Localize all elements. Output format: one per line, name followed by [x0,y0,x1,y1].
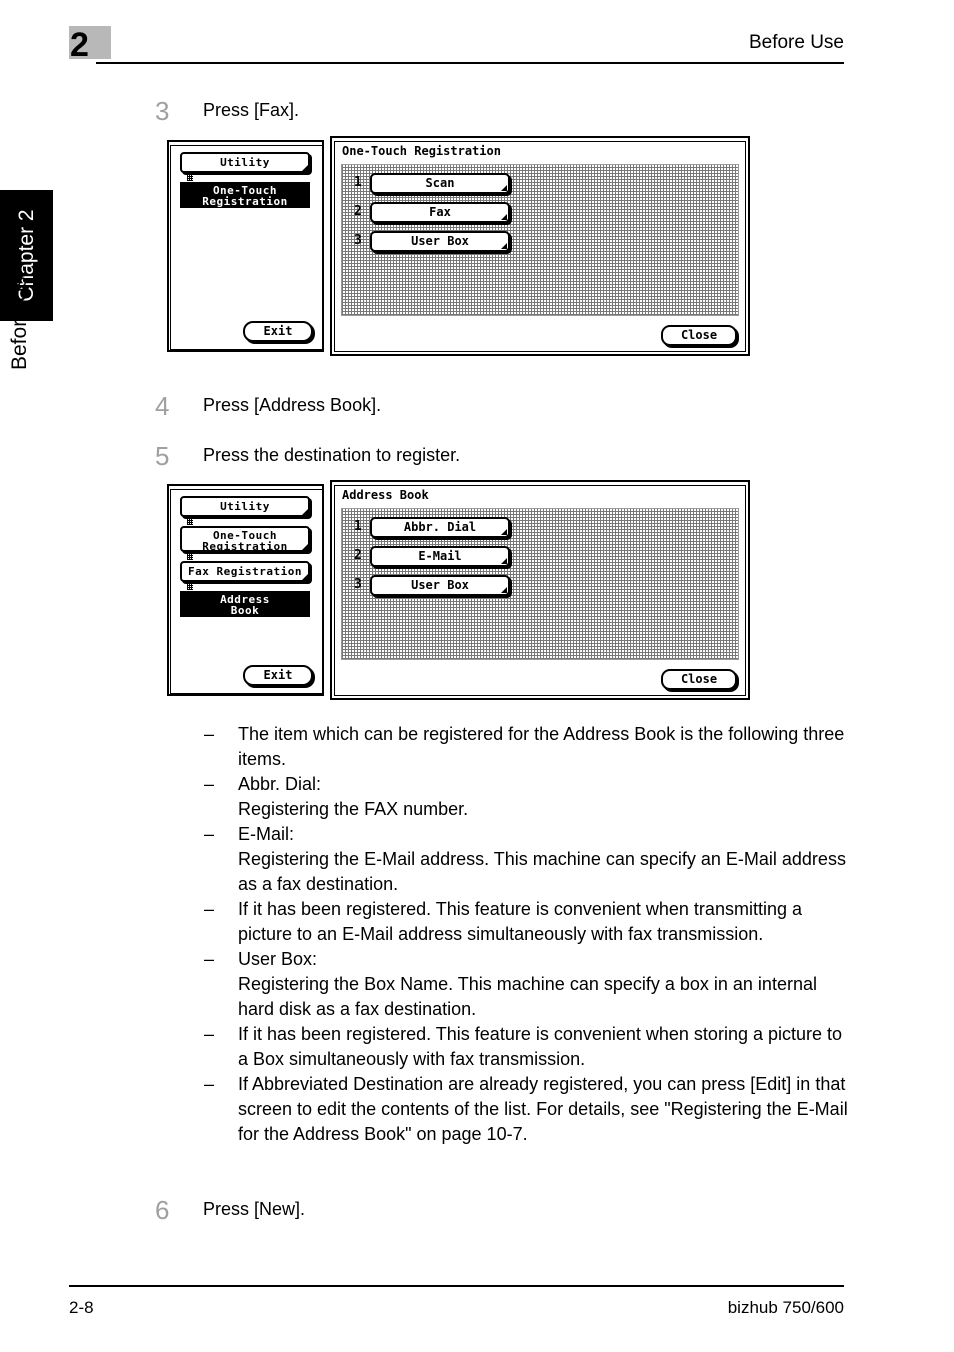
bullet-dash-icon: – [204,899,215,919]
figure1-row-1-button[interactable]: Scan [370,173,510,194]
footer-divider [69,1285,844,1287]
figure2-pane-title: Address Book [342,488,429,502]
list-item: – Abbr. Dial: Registering the FAX number… [200,772,850,822]
list-item: – If it has been registered. This featur… [200,897,850,947]
footer-page-number: 2-8 [69,1298,94,1317]
figure2-row-1-label: Abbr. Dial [403,520,477,534]
note-body: If it has been registered. This feature … [238,1024,843,1069]
figure1-list-field: 1 Scan 2 Fax 3 User Box [341,164,739,316]
figure2-menu-one-touch-line2: Registration [202,540,288,553]
note-body: Abbr. Dial: [238,774,322,794]
figure1-row-3-number: 3 [354,233,362,248]
figure1-row-1-number: 1 [354,175,362,190]
figure2-close-label: Close [680,672,718,686]
figure1-exit-label: Exit [263,324,293,338]
figure1-close-label: Close [680,328,718,342]
figure1-row-2-button[interactable]: Fax [370,202,510,223]
note-body: If it has been registered. This feature … [238,899,802,944]
figure2-connector-3 [187,584,193,590]
bullet-dash-icon: – [204,724,215,744]
figure1-row-3-button[interactable]: User Box [370,231,510,252]
notes-list: – The item which can be registered for t… [200,722,850,1147]
footer-product-name: bizhub 750/600 [727,1298,844,1317]
figure1-right-panel: One-Touch Registration 1 Scan 2 Fax 3 Us… [330,136,750,356]
note-body: E-Mail: [238,824,295,844]
figure2-row-1-number: 1 [354,519,362,534]
figure2-close-button[interactable]: Close [661,669,737,690]
header-title: Before Use [748,32,844,53]
figure2-list-field: 1 Abbr. Dial 2 E-Mail 3 User Box [341,508,739,660]
figure2-right-panel: Address Book 1 Abbr. Dial 2 E-Mail 3 Use… [330,480,750,700]
step-5-number: 5 [155,441,170,471]
step-4-number: 4 [155,391,170,421]
figure1-menu-one-touch-line2: Registration [202,195,288,208]
figure1-menu-utility-label: Utility [220,156,270,169]
figure1-left-panel: Utility One-Touch Registration Exit [167,140,324,352]
note-body: User Box: [238,949,318,969]
figure2-row-3-label: User Box [411,578,469,592]
figure1-menu-one-touch-registration[interactable]: One-Touch Registration [180,182,310,208]
figure1-row-2-label: Fax [429,205,451,219]
figure2-menu-address-book-line2: Book [230,604,260,617]
figure1-menu-utility[interactable]: Utility [180,152,310,173]
figure2-menu-fax-registration-label: Fax Registration [188,565,302,578]
figure2-row-2-number: 2 [354,548,362,563]
figure1-connector-1 [187,175,193,181]
list-item: – The item which can be registered for t… [200,722,850,772]
bullet-dash-icon: – [204,824,215,844]
note-body: The item which can be registered for the… [238,724,845,769]
note-sub: Registering the FAX number. [238,799,469,819]
header-chapter-number: 2 [70,26,89,64]
figure2-row-2-button[interactable]: E-Mail [370,546,510,567]
list-item: – If it has been registered. This featur… [200,1022,850,1072]
figure2-exit-label: Exit [263,668,293,682]
figure1-row-3-label: User Box [411,234,469,248]
figure2-connector-1 [187,519,193,525]
bullet-dash-icon: – [204,1024,215,1044]
step-3-text: Press [Fax]. [203,100,300,120]
step-6-number: 6 [155,1195,170,1225]
figure1-pane-title: One-Touch Registration [342,144,501,158]
figure1-exit-button[interactable]: Exit [243,321,313,342]
list-item: – E-Mail: Registering the E-Mail address… [200,822,850,897]
figure2-row-3-button[interactable]: User Box [370,575,510,596]
bullet-dash-icon: – [204,949,215,969]
section-side-label: Before Use [8,264,31,370]
figure1-row-2-number: 2 [354,204,362,219]
step-4-text: Press [Address Book]. [203,395,382,415]
note-body: If Abbreviated Destination are already r… [238,1074,848,1144]
figure-address-book: Utility One-Touch Registration Fax Regis… [167,480,750,700]
figure2-menu-utility[interactable]: Utility [180,496,310,517]
figure2-menu-utility-label: Utility [220,500,270,513]
list-item: – User Box: Registering the Box Name. Th… [200,947,850,1022]
figure2-row-3-number: 3 [354,577,362,592]
figure2-left-panel: Utility One-Touch Registration Fax Regis… [167,484,324,696]
list-item: – If Abbreviated Destination are already… [200,1072,850,1147]
header-divider [96,62,844,64]
figure2-menu-fax-registration[interactable]: Fax Registration [180,561,310,582]
figure2-exit-button[interactable]: Exit [243,665,313,686]
figure1-close-button[interactable]: Close [661,325,737,346]
figure2-connector-2 [187,554,193,560]
figure2-row-2-label: E-Mail [418,549,462,563]
note-sub: Registering the E-Mail address. This mac… [238,849,846,894]
figure1-row-1-label: Scan [425,176,455,190]
step-5-text: Press the destination to register. [203,445,461,465]
figure-one-touch-registration: Utility One-Touch Registration Exit One-… [167,136,750,356]
step-6-text: Press [New]. [203,1199,306,1219]
figure2-row-1-button[interactable]: Abbr. Dial [370,517,510,538]
bullet-dash-icon: – [204,1074,215,1094]
note-sub: Registering the Box Name. This machine c… [238,974,817,1019]
bullet-dash-icon: – [204,774,215,794]
figure2-menu-address-book[interactable]: Address Book [180,591,310,617]
figure2-menu-one-touch-registration[interactable]: One-Touch Registration [180,526,310,552]
step-3-number: 3 [155,96,170,126]
